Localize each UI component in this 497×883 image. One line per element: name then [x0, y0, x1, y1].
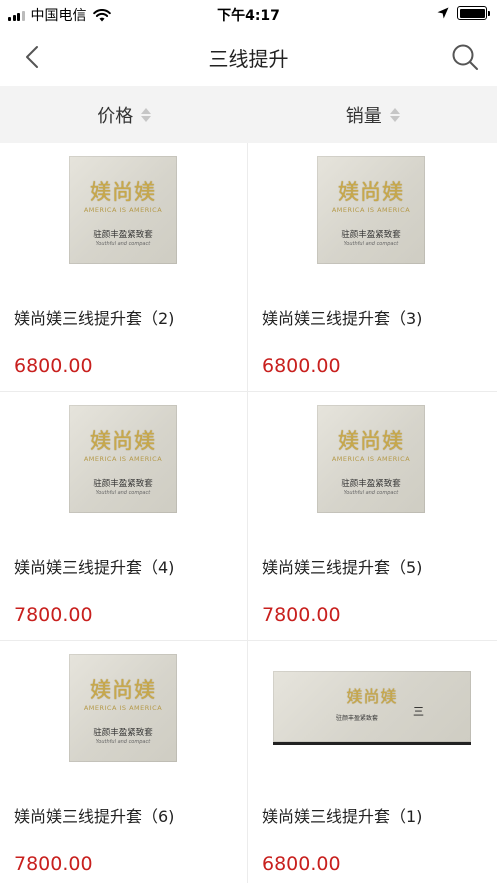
sort-arrows-icon: [389, 107, 400, 122]
product-price: 6800.00: [262, 355, 341, 377]
nav-bar: 三线提升: [0, 28, 497, 86]
status-bar: 中国电信 下午4:17: [0, 0, 497, 28]
sort-arrows-icon: [141, 107, 152, 122]
location-arrow-icon: [437, 7, 449, 19]
search-button[interactable]: [447, 40, 483, 74]
chevron-left-icon: [26, 46, 38, 68]
sort-price-label: 价格: [97, 105, 134, 127]
status-right: [437, 6, 490, 20]
product-price: 6800.00: [14, 355, 93, 377]
product-card[interactable]: 媄尚媄 AMERICA IS AMERICA 驻颜丰盈紧致套 Youthful and…: [0, 143, 248, 392]
product-card[interactable]: 媄尚媄 AMERICA IS AMERICA 驻颜丰盈紧致套 Youthful and…: [248, 392, 497, 641]
page-title: 三线提升: [208, 47, 289, 71]
sort-bar: 价格 销量: [0, 86, 497, 143]
search-icon: [452, 44, 478, 70]
product-title: 媄尚媄三线提升套（2): [14, 309, 175, 328]
battery-icon: [457, 6, 490, 20]
product-image: 媄尚媄 AMERICA IS AMERICA 驻颜丰盈紧致套 Youthful and…: [69, 654, 177, 762]
product-title: 媄尚媄三线提升套（4): [14, 558, 175, 577]
product-title: 媄尚媄三线提升套（1): [262, 807, 423, 826]
product-card[interactable]: 媄尚媄 AMERICA IS AMERICA 驻颜丰盈紧致套 Youthful and…: [0, 392, 248, 641]
product-image: 媄尚媄 AMERICA IS AMERICA 驻颜丰盈紧致套 Youthful and…: [69, 156, 177, 264]
product-price: 7800.00: [262, 604, 341, 626]
product-price: 6800.00: [262, 853, 341, 875]
product-image: 媄尚媄 AMERICA IS AMERICA 驻颜丰盈紧致套 Youthful and…: [69, 405, 177, 513]
product-grid: 媄尚媄 AMERICA IS AMERICA 驻颜丰盈紧致套 Youthful and…: [0, 143, 497, 883]
sort-by-price[interactable]: 价格: [0, 86, 249, 143]
product-image: 媄尚媄 AMERICA IS AMERICA 驻颜丰盈紧致套 Youthful and…: [317, 156, 425, 264]
product-card[interactable]: 媄尚媄 AMERICA IS AMERICA 驻颜丰盈紧致套 Youthful and…: [0, 641, 248, 883]
back-button[interactable]: [14, 40, 50, 74]
sort-sales-label: 销量: [345, 105, 382, 127]
product-card[interactable]: 媄尚媄 AMERICA IS AMERICA 驻颜丰盈紧致套 Youthful and…: [248, 143, 497, 392]
product-title: 媄尚媄三线提升套（6): [14, 807, 175, 826]
product-price: 7800.00: [14, 604, 93, 626]
product-title: 媄尚媄三线提升套（3): [262, 309, 423, 328]
product-image: 媄尚媄 驻颜丰盈紧致套三: [273, 671, 471, 745]
product-card[interactable]: 媄尚媄 驻颜丰盈紧致套三 媄尚媄三线提升套（1) 6800.00: [248, 641, 497, 883]
product-price: 7800.00: [14, 853, 93, 875]
sort-by-sales[interactable]: 销量: [249, 86, 497, 143]
product-image: 媄尚媄 AMERICA IS AMERICA 驻颜丰盈紧致套 Youthful and…: [317, 405, 425, 513]
product-title: 媄尚媄三线提升套（5): [262, 558, 423, 577]
status-time: 下午4:17: [217, 8, 280, 24]
